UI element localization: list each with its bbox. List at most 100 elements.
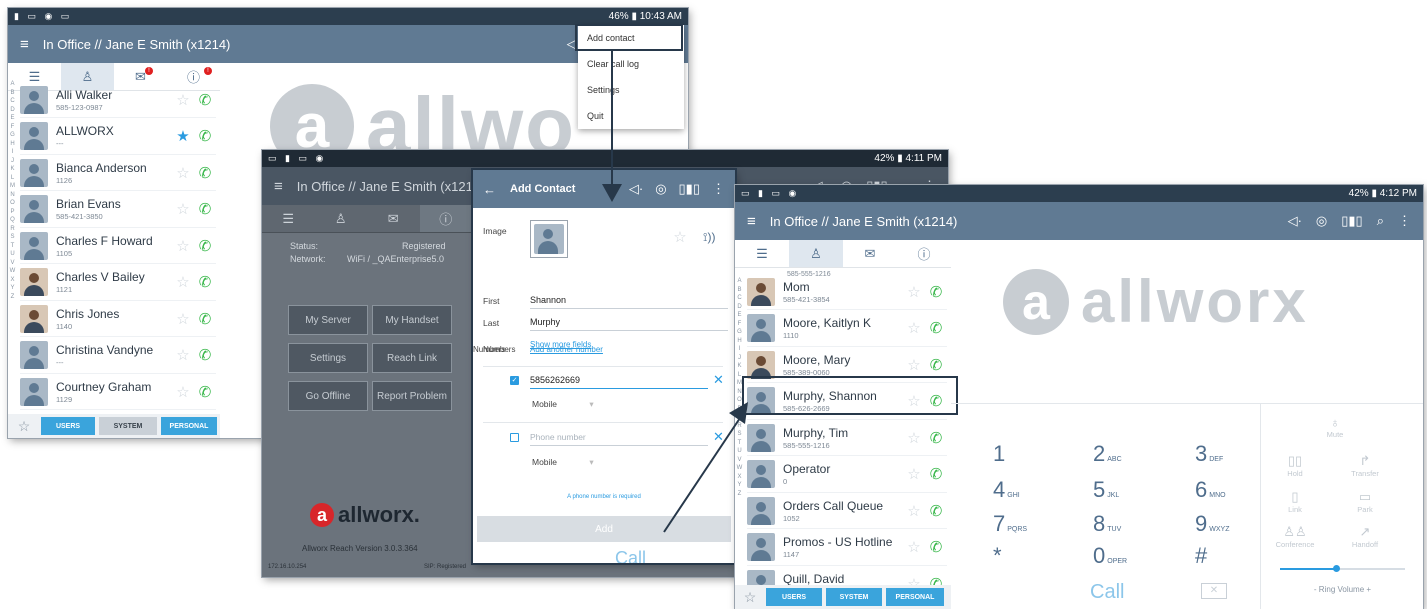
call-phone-icon[interactable]: ✆ xyxy=(194,127,216,145)
alpha-index-letter[interactable]: D xyxy=(735,303,744,312)
alpha-index[interactable]: ABCDEFGHIJKLMNOPQRSTUVWXYZ xyxy=(8,80,17,301)
alpha-index-letter[interactable]: L xyxy=(8,174,17,183)
menu-quit[interactable]: Quit xyxy=(578,103,684,129)
alpha-index-letter[interactable]: D xyxy=(8,106,17,115)
alpha-index-letter[interactable]: Z xyxy=(8,293,17,302)
favorites-star-icon[interactable]: ☆ xyxy=(11,417,37,435)
menu-clear-call-log[interactable]: Clear call log xyxy=(578,51,684,77)
alpha-index-letter[interactable]: S xyxy=(735,430,744,439)
alpha-index-letter[interactable]: G xyxy=(735,328,744,337)
favorite-star-icon[interactable]: ☆ xyxy=(903,538,925,556)
tab-messages[interactable]: ✉ xyxy=(843,240,897,267)
call-phone-icon[interactable]: ✆ xyxy=(194,164,216,182)
alpha-index-letter[interactable]: T xyxy=(735,439,744,448)
favorite-star-icon[interactable]: ☆ xyxy=(172,91,194,109)
alpha-index-letter[interactable]: X xyxy=(735,473,744,482)
favorite-star-icon[interactable]: ☆ xyxy=(903,283,925,301)
dialpad-key[interactable]: 9 WXYZ xyxy=(1195,511,1229,537)
favorite-star-icon[interactable]: ☆ xyxy=(903,319,925,337)
call-phone-icon[interactable]: ✆ xyxy=(925,465,947,483)
alpha-index-letter[interactable]: B xyxy=(8,89,17,98)
alpha-index-letter[interactable]: R xyxy=(8,225,17,234)
call-phone-icon[interactable]: ✆ xyxy=(194,91,216,109)
menu-icon[interactable]: ≡ xyxy=(274,178,283,195)
alpha-index-letter[interactable]: Y xyxy=(735,481,744,490)
alpha-index-letter[interactable]: E xyxy=(8,114,17,123)
favorite-star-icon[interactable]: ☆ xyxy=(903,465,925,483)
alpha-index-letter[interactable]: J xyxy=(8,157,17,166)
tab-contacts[interactable]: ♙ xyxy=(315,205,368,232)
favorite-star-icon[interactable]: ☆ xyxy=(172,383,194,401)
number2-checkbox[interactable] xyxy=(510,433,519,442)
search-icon[interactable]: ⌕ xyxy=(1377,213,1384,229)
alpha-index-letter[interactable]: R xyxy=(735,422,744,431)
contact-row[interactable]: Christina Vandyne --- ☆ ✆ xyxy=(20,338,216,374)
favorite-star-icon[interactable]: ☆ xyxy=(172,164,194,182)
alpha-index-letter[interactable]: J xyxy=(735,354,744,363)
call-phone-icon[interactable]: ✆ xyxy=(925,283,947,301)
add-button[interactable]: Add xyxy=(477,516,731,542)
number-type-2-select[interactable]: Mobile ▾ xyxy=(532,457,594,468)
clear-number-2-icon[interactable]: ✕ xyxy=(713,429,724,445)
favorite-star-icon[interactable]: ☆ xyxy=(172,310,194,328)
settings-button[interactable]: Settings xyxy=(288,343,368,373)
dialpad-key[interactable]: # xyxy=(1195,543,1209,569)
favorite-star-icon[interactable]: ☆ xyxy=(172,237,194,255)
alpha-index-letter[interactable]: X xyxy=(8,276,17,285)
phone-number-field-2[interactable]: Phone number xyxy=(530,432,708,446)
call-phone-icon[interactable]: ✆ xyxy=(194,310,216,328)
phone-number-field-1[interactable]: 5856262669 xyxy=(530,375,708,389)
more-icon[interactable]: ⋮ xyxy=(1398,213,1411,229)
call-button[interactable]: Call xyxy=(1090,581,1124,604)
alpha-index-letter[interactable]: F xyxy=(735,320,744,329)
alpha-index-letter[interactable]: E xyxy=(735,311,744,320)
alpha-index-letter[interactable]: I xyxy=(735,345,744,354)
back-arrow-icon[interactable]: ← xyxy=(483,182,496,197)
alpha-index-letter[interactable]: H xyxy=(735,337,744,346)
contact-row[interactable]: Bianca Anderson 1126 ☆ ✆ xyxy=(20,155,216,191)
favorite-star-icon[interactable]: ☆ xyxy=(172,273,194,291)
contact-row[interactable]: Courtney Graham 1129 ☆ ✆ xyxy=(20,374,216,410)
alpha-index-letter[interactable]: W xyxy=(735,464,744,473)
alpha-index-letter[interactable]: I xyxy=(8,148,17,157)
signal-icon[interactable]: ▯▮▯ xyxy=(679,181,700,197)
contact-row[interactable]: Murphy, Tim 585-555-1216 ☆ ✆ xyxy=(747,420,947,456)
alpha-index-letter[interactable]: U xyxy=(735,447,744,456)
favorites-star-icon[interactable]: ☆ xyxy=(738,588,762,606)
menu-icon[interactable]: ≡ xyxy=(747,213,756,230)
my-handset-button[interactable]: My Handset xyxy=(372,305,452,335)
menu-settings[interactable]: Settings xyxy=(578,77,684,103)
signal-icon[interactable]: ▯▮▯ xyxy=(1341,213,1362,229)
contact-row[interactable]: Charles V Bailey 1121 ☆ ✆ xyxy=(20,265,216,301)
report-problem-button[interactable]: Report Problem xyxy=(372,381,452,411)
last-name-field[interactable]: Murphy xyxy=(530,317,728,331)
alpha-index-letter[interactable]: C xyxy=(8,97,17,106)
dialpad-key[interactable]: 1 xyxy=(993,441,1007,467)
personal-button[interactable]: PERSONAL xyxy=(161,417,217,435)
dialpad-key[interactable]: 3 DEF xyxy=(1195,441,1223,467)
users-button[interactable]: USERS xyxy=(766,588,822,606)
park-function[interactable]: ▭ Park xyxy=(1335,489,1395,514)
contact-row[interactable]: Charles F Howard 1105 ☆ ✆ xyxy=(20,228,216,264)
go-offline-button[interactable]: Go Offline xyxy=(288,381,368,411)
alpha-index-letter[interactable]: Z xyxy=(735,490,744,499)
conference-function[interactable]: ♙♙ Conference xyxy=(1265,524,1325,549)
favorite-star-icon[interactable]: ☆ xyxy=(903,429,925,447)
alpha-index-letter[interactable]: S xyxy=(8,233,17,242)
contact-row[interactable]: Promos - US Hotline 1147 ☆ ✆ xyxy=(747,530,947,566)
system-button[interactable]: SYSTEM xyxy=(826,588,882,606)
favorite-star-icon[interactable]: ☆ xyxy=(903,356,925,374)
dialpad-key[interactable]: 6 MNO xyxy=(1195,477,1226,503)
reach-link-button[interactable]: Reach Link xyxy=(372,343,452,373)
favorite-star-icon[interactable]: ☆ xyxy=(172,346,194,364)
alpha-index-letter[interactable]: O xyxy=(8,199,17,208)
first-name-field[interactable]: Shannon xyxy=(530,295,728,309)
alpha-index-letter[interactable]: Y xyxy=(8,284,17,293)
clear-number-1-icon[interactable]: ✕ xyxy=(713,372,724,388)
call-phone-icon[interactable]: ✆ xyxy=(925,356,947,374)
alpha-index-letter[interactable]: F xyxy=(8,123,17,132)
contact-row[interactable]: Moore, Kaitlyn K 1110 ☆ ✆ xyxy=(747,311,947,347)
alpha-index-letter[interactable]: A xyxy=(735,277,744,286)
call-phone-icon[interactable]: ✆ xyxy=(925,502,947,520)
contact-row[interactable]: Brian Evans 585-421-3850 ☆ ✆ xyxy=(20,192,216,228)
